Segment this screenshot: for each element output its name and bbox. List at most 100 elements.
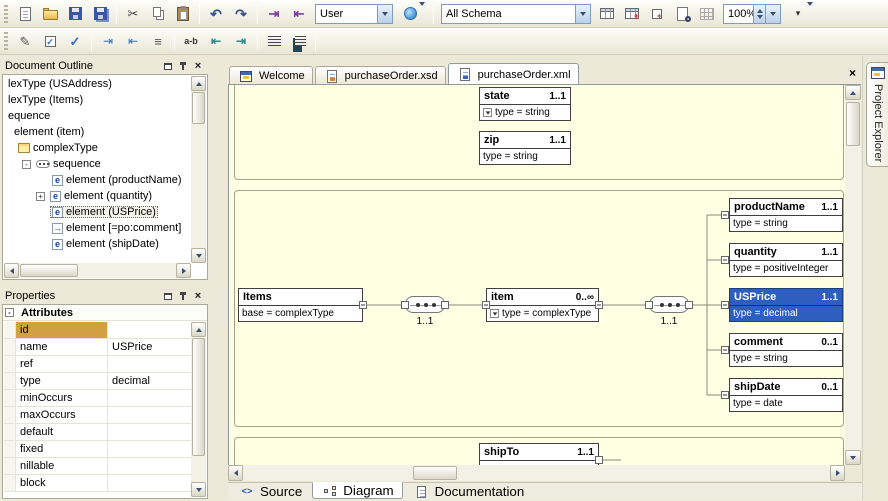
tree-expander-icon[interactable]: + [36, 191, 45, 201]
shift-left-button[interactable]: ⇤ [204, 30, 228, 52]
float-panel-button[interactable] [161, 290, 175, 303]
toolbar-options-button[interactable]: ▾ [785, 2, 817, 25]
zoom-combo[interactable]: 100% [723, 3, 781, 24]
property-label[interactable]: default [16, 424, 108, 440]
shift-right-button[interactable]: ⇥ [229, 30, 253, 52]
hanging-indent-button[interactable]: ⇤ [121, 30, 145, 52]
validate-button[interactable]: ✓ [63, 30, 87, 52]
diagram-box-shipDate[interactable]: shipDate 0..1 type = date [729, 378, 843, 412]
property-value[interactable] [108, 390, 191, 406]
insert-table-button[interactable]: + [620, 3, 644, 25]
canvas-vscrollbar[interactable] [845, 85, 861, 465]
diagram-box-zip[interactable]: zip 1..1 type = string [479, 131, 571, 165]
line-spacing-button[interactable]: ≡ [146, 30, 170, 52]
schema-combo-dropdown[interactable] [575, 4, 590, 23]
import-button[interactable]: ⇥ [262, 3, 286, 25]
web-browser-button[interactable] [397, 2, 429, 25]
sequence-symbol[interactable] [405, 296, 445, 313]
property-label[interactable]: nillable [16, 458, 108, 474]
tab-purchaseorder-xml[interactable]: purchaseOrder.xml [447, 63, 579, 85]
scrollbar-thumb[interactable] [20, 264, 78, 277]
ab-button[interactable]: a-b [179, 30, 203, 52]
property-label[interactable]: id [16, 322, 108, 338]
user-combo-dropdown[interactable] [377, 4, 392, 23]
scroll-up-button[interactable] [191, 76, 206, 91]
save-button[interactable] [63, 3, 87, 25]
rename-button[interactable]: ✎ [13, 30, 37, 52]
property-label[interactable]: name [16, 339, 108, 355]
pin-panel-button[interactable] [176, 290, 190, 303]
diagram-box-USPrice[interactable]: USPrice 1..1 type = decimal [729, 288, 843, 322]
checkbox-button[interactable]: ✓ [38, 30, 62, 52]
paste-button[interactable] [171, 3, 195, 25]
expand-type-icon[interactable] [490, 309, 499, 318]
zoom-combo-spinner[interactable] [753, 4, 765, 23]
close-tab-button[interactable]: × [845, 66, 860, 81]
pin-panel-button[interactable] [176, 60, 190, 73]
property-value[interactable] [108, 356, 191, 372]
scroll-down-button[interactable] [845, 450, 861, 465]
properties-vscrollbar[interactable] [191, 322, 206, 497]
save-all-button[interactable] [88, 3, 112, 25]
diagram-box-item[interactable]: item 0..∞ type = complexType [486, 288, 599, 322]
sequence-symbol[interactable] [649, 296, 689, 313]
property-value[interactable] [108, 322, 191, 338]
open-folder-button[interactable] [38, 3, 62, 25]
outline-item[interactable]: → element [=po:comment] [4, 220, 191, 236]
close-panel-button[interactable]: × [191, 60, 205, 73]
view-tab-documentation[interactable]: Documentation [405, 483, 533, 500]
scrollbar-thumb[interactable] [192, 338, 205, 456]
property-label[interactable]: type [16, 373, 108, 389]
property-value[interactable]: decimal [108, 373, 191, 389]
tab-purchaseorder-xsd[interactable]: purchaseOrder.xsd [314, 66, 446, 85]
tab-welcome[interactable]: Welcome [229, 66, 313, 85]
undo-button[interactable]: ↶ [204, 3, 228, 25]
property-value[interactable] [108, 407, 191, 423]
outline-item[interactable]: lexType (Items) [4, 92, 191, 108]
outline-item[interactable]: e element (shipDate) [4, 236, 191, 252]
scroll-up-button[interactable] [191, 322, 206, 337]
expand-type-icon[interactable] [483, 108, 492, 117]
scroll-down-button[interactable] [191, 248, 206, 263]
outline-item[interactable]: complexType [4, 140, 191, 156]
scroll-right-button[interactable] [176, 263, 191, 278]
scroll-left-button[interactable] [4, 263, 19, 278]
diagram-box-quantity[interactable]: quantity 1..1 type = positiveInteger [729, 243, 843, 277]
diagram-box-shipTo[interactable]: shipTo 1..1 [479, 443, 599, 465]
diagram-box-Items[interactable]: Items base = complexType [238, 288, 363, 322]
property-value[interactable] [108, 475, 191, 491]
diagram-box-state[interactable]: state 1..1 type = string [479, 87, 571, 121]
outline-item[interactable]: e element (USPrice) [4, 204, 191, 220]
diagram-box-productName[interactable]: productName 1..1 type = string [729, 198, 843, 232]
export-button[interactable]: ⇤ [287, 3, 311, 25]
new-document-button[interactable] [13, 3, 37, 25]
redo-button[interactable]: ↷ [229, 3, 253, 25]
toolbar-grip[interactable] [4, 32, 8, 50]
property-value[interactable]: USPrice [108, 339, 191, 355]
schema-combo[interactable]: All Schema [441, 3, 591, 24]
property-value[interactable] [108, 458, 191, 474]
property-label[interactable]: maxOccurs [16, 407, 108, 423]
scroll-up-button[interactable] [845, 85, 861, 100]
diagram-box-comment[interactable]: comment 0..1 type = string [729, 333, 843, 367]
cut-button[interactable]: ✂ [121, 3, 145, 25]
user-combo[interactable]: User [315, 3, 393, 24]
view-tab-source[interactable]: <> Source [230, 483, 310, 500]
add-cell-button[interactable]: + [645, 3, 669, 25]
float-panel-button[interactable] [161, 60, 175, 73]
scrollbar-thumb[interactable] [413, 466, 457, 480]
table-button[interactable] [595, 3, 619, 25]
outline-item[interactable]: element (item) [4, 124, 191, 140]
schema-diagram-canvas[interactable]: state 1..1 type = string zip 1..1 type = stri… [228, 85, 845, 465]
property-label[interactable]: minOccurs [16, 390, 108, 406]
collapse-icon[interactable]: - [5, 308, 14, 317]
zoom-combo-dropdown[interactable] [765, 4, 780, 23]
scroll-left-button[interactable] [228, 465, 243, 481]
scrollbar-thumb[interactable] [192, 92, 205, 124]
copy-button[interactable] [146, 3, 170, 25]
scroll-down-button[interactable] [191, 482, 206, 497]
attributes-section-header[interactable]: - Attributes [3, 305, 207, 321]
project-explorer-tab[interactable]: Project Explorer [866, 62, 888, 168]
scrollbar-thumb[interactable] [846, 102, 860, 146]
indent-first-button[interactable]: ⇥ [96, 30, 120, 52]
